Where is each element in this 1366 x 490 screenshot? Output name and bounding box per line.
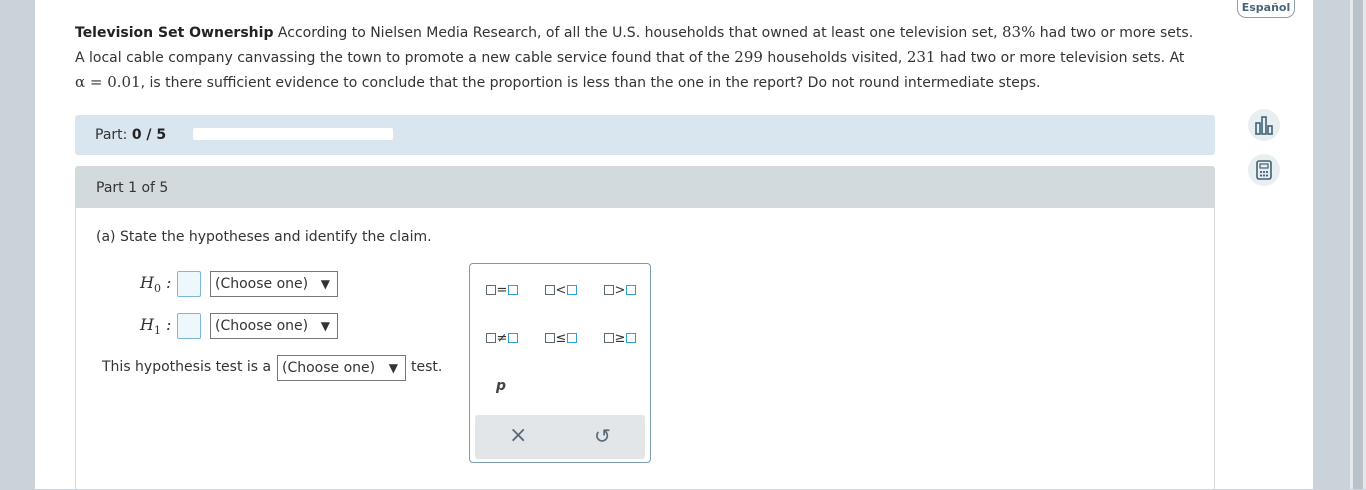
less-than-symbol-button[interactable]: <: [538, 280, 584, 300]
not-equal-symbol-button[interactable]: ≠: [479, 328, 525, 348]
scroll-thumb[interactable]: [1353, 0, 1363, 489]
less-equal-symbol-button[interactable]: ≤: [538, 328, 584, 348]
equals-symbol-button[interactable]: =: [479, 280, 525, 300]
h0-select[interactable]: (Choose one) ▼: [210, 271, 338, 297]
problem-pct: 83%: [1001, 23, 1036, 41]
math-palette: = < > ≠ ≤ ≥ p × ↺: [469, 263, 651, 463]
chevron-down-icon: ▼: [320, 319, 330, 333]
problem-text-2b: households visited,: [767, 50, 903, 66]
problem-text-1a: According to Nielsen Media Research, of …: [277, 25, 998, 41]
h1-row: H1 : (Choose one) ▼: [140, 313, 440, 339]
progress-track: [193, 128, 393, 140]
question-text: (a) State the hypotheses and identify th…: [96, 229, 432, 245]
problem-text-2a: A local cable company canvassing the tow…: [75, 50, 730, 66]
problem-text-3: , is there sufficient evidence to conclu…: [140, 75, 1041, 91]
h1-label: H1 :: [140, 315, 172, 338]
h1-select[interactable]: (Choose one) ▼: [210, 313, 338, 339]
test-type-row: This hypothesis test is a: [102, 359, 272, 375]
problem-title: Television Set Ownership: [75, 25, 274, 41]
bar-chart-icon[interactable]: [1248, 109, 1280, 141]
language-button[interactable]: Español: [1237, 0, 1295, 18]
part-title: Part 1 of 5: [96, 180, 169, 196]
part-progress-label: Part: 0 / 5: [95, 127, 167, 143]
calculator-icon[interactable]: [1248, 154, 1280, 186]
problem-x: 231: [906, 48, 936, 66]
part-progress-bar: Part: 0 / 5: [75, 115, 1215, 155]
chevron-down-icon: ▼: [388, 361, 398, 375]
chevron-down-icon: ▼: [320, 277, 330, 291]
palette-footer: × ↺: [475, 415, 645, 459]
problem-statement: Television Set Ownership According to Ni…: [75, 20, 1215, 95]
test-suffix: test.: [411, 359, 443, 375]
h0-row: H0 : (Choose one) ▼: [140, 271, 440, 297]
problem-alpha: α = 0.01: [75, 73, 141, 91]
p-variable-button[interactable]: p: [496, 378, 506, 394]
scrollbar[interactable]: [1350, 0, 1366, 489]
greater-equal-symbol-button[interactable]: ≥: [597, 328, 643, 348]
h0-label: H0 :: [140, 273, 172, 296]
h0-answer-box[interactable]: [177, 271, 201, 297]
problem-n: 299: [734, 48, 763, 66]
h1-answer-box[interactable]: [177, 313, 201, 339]
part-header: Part 1 of 5: [76, 167, 1214, 208]
clear-icon[interactable]: ×: [509, 423, 527, 448]
problem-text-1b: had two or more sets.: [1039, 25, 1194, 41]
test-type-select[interactable]: (Choose one) ▼: [277, 355, 406, 381]
part-progress-value: 0 / 5: [131, 127, 167, 143]
problem-text-2c: had two or more television sets. At: [939, 50, 1185, 66]
greater-than-symbol-button[interactable]: >: [597, 280, 643, 300]
undo-icon[interactable]: ↺: [594, 424, 611, 448]
